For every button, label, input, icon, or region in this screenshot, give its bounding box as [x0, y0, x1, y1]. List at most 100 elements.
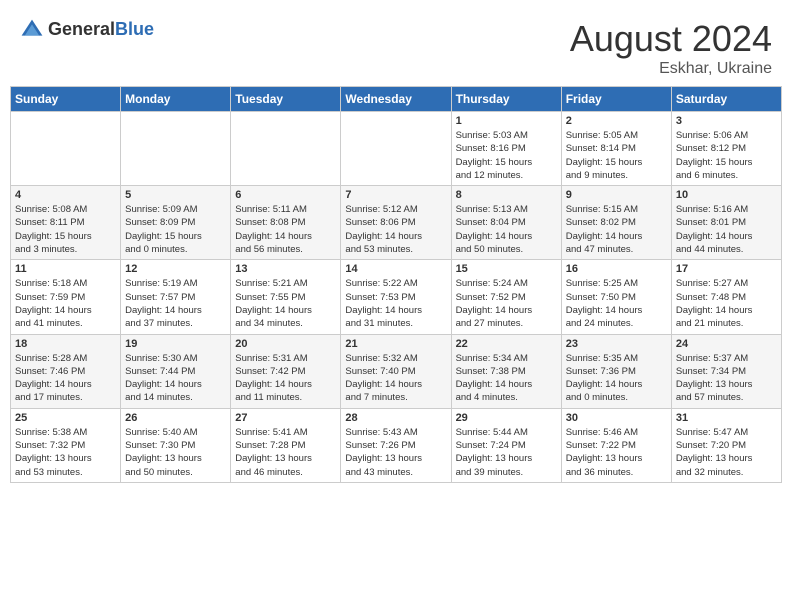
day-of-week-header: Thursday — [451, 87, 561, 112]
logo: GeneralBlue — [20, 18, 154, 42]
calendar-cell: 21 Sunrise: 5:32 AM Sunset: 7:40 PM Dayli… — [341, 334, 451, 408]
calendar-cell: 23 Sunrise: 5:35 AM Sunset: 7:36 PM Dayli… — [561, 334, 671, 408]
day-info: Sunrise: 5:21 AM Sunset: 7:55 PM Dayligh… — [235, 277, 336, 330]
day-number: 4 — [15, 189, 116, 201]
day-info: Sunrise: 5:43 AM Sunset: 7:26 PM Dayligh… — [345, 426, 446, 479]
day-number: 18 — [15, 338, 116, 350]
day-number: 17 — [676, 263, 777, 275]
day-info: Sunrise: 5:28 AM Sunset: 7:46 PM Dayligh… — [15, 352, 116, 405]
calendar-cell — [341, 112, 451, 186]
day-info: Sunrise: 5:40 AM Sunset: 7:30 PM Dayligh… — [125, 426, 226, 479]
calendar-cell: 15 Sunrise: 5:24 AM Sunset: 7:52 PM Dayli… — [451, 260, 561, 334]
calendar-cell: 7 Sunrise: 5:12 AM Sunset: 8:06 PM Daylig… — [341, 186, 451, 260]
day-number: 30 — [566, 412, 667, 424]
calendar-cell: 25 Sunrise: 5:38 AM Sunset: 7:32 PM Dayli… — [11, 408, 121, 482]
day-info: Sunrise: 5:22 AM Sunset: 7:53 PM Dayligh… — [345, 277, 446, 330]
day-of-week-header: Tuesday — [231, 87, 341, 112]
day-number: 26 — [125, 412, 226, 424]
day-number: 16 — [566, 263, 667, 275]
calendar-cell: 26 Sunrise: 5:40 AM Sunset: 7:30 PM Dayli… — [121, 408, 231, 482]
day-number: 14 — [345, 263, 446, 275]
calendar-cell: 31 Sunrise: 5:47 AM Sunset: 7:20 PM Dayli… — [671, 408, 781, 482]
calendar-cell: 24Sunrise: 5:37 AM Sunset: 7:34 PM Dayli… — [671, 334, 781, 408]
calendar-cell: 18 Sunrise: 5:28 AM Sunset: 7:46 PM Dayli… — [11, 334, 121, 408]
day-number: 23 — [566, 338, 667, 350]
day-info: Sunrise: 5:35 AM Sunset: 7:36 PM Dayligh… — [566, 352, 667, 405]
day-number: 9 — [566, 189, 667, 201]
day-number: 12 — [125, 263, 226, 275]
day-number: 7 — [345, 189, 446, 201]
calendar-week-row: 4Sunrise: 5:08 AM Sunset: 8:11 PM Daylig… — [11, 186, 782, 260]
calendar-cell: 19 Sunrise: 5:30 AM Sunset: 7:44 PM Dayli… — [121, 334, 231, 408]
day-info: Sunrise: 5:15 AM Sunset: 8:02 PM Dayligh… — [566, 203, 667, 256]
calendar-table: SundayMondayTuesdayWednesdayThursdayFrid… — [10, 86, 782, 483]
day-number: 8 — [456, 189, 557, 201]
day-info: Sunrise: 5:44 AM Sunset: 7:24 PM Dayligh… — [456, 426, 557, 479]
logo-general-text: General — [48, 19, 115, 39]
day-of-week-header: Wednesday — [341, 87, 451, 112]
day-of-week-header: Saturday — [671, 87, 781, 112]
day-number: 5 — [125, 189, 226, 201]
logo-blue-text: Blue — [115, 19, 154, 39]
day-number: 19 — [125, 338, 226, 350]
calendar-cell: 20Sunrise: 5:31 AM Sunset: 7:42 PM Dayli… — [231, 334, 341, 408]
calendar-cell: 22Sunrise: 5:34 AM Sunset: 7:38 PM Dayli… — [451, 334, 561, 408]
day-info: Sunrise: 5:16 AM Sunset: 8:01 PM Dayligh… — [676, 203, 777, 256]
day-info: Sunrise: 5:30 AM Sunset: 7:44 PM Dayligh… — [125, 352, 226, 405]
day-number: 20 — [235, 338, 336, 350]
day-number: 2 — [566, 115, 667, 127]
day-info: Sunrise: 5:12 AM Sunset: 8:06 PM Dayligh… — [345, 203, 446, 256]
calendar-cell: 30 Sunrise: 5:46 AM Sunset: 7:22 PM Dayli… — [561, 408, 671, 482]
day-number: 31 — [676, 412, 777, 424]
calendar-cell: 8Sunrise: 5:13 AM Sunset: 8:04 PM Daylig… — [451, 186, 561, 260]
calendar-week-row: 25 Sunrise: 5:38 AM Sunset: 7:32 PM Dayli… — [11, 408, 782, 482]
day-info: Sunrise: 5:32 AM Sunset: 7:40 PM Dayligh… — [345, 352, 446, 405]
day-of-week-header: Monday — [121, 87, 231, 112]
calendar-week-row: 11Sunrise: 5:18 AM Sunset: 7:59 PM Dayli… — [11, 260, 782, 334]
calendar-cell: 4Sunrise: 5:08 AM Sunset: 8:11 PM Daylig… — [11, 186, 121, 260]
logo-icon — [20, 18, 44, 42]
day-info: Sunrise: 5:06 AM Sunset: 8:12 PM Dayligh… — [676, 129, 777, 182]
calendar-week-row: 1Sunrise: 5:03 AM Sunset: 8:16 PM Daylig… — [11, 112, 782, 186]
month-year: August 2024 — [570, 18, 772, 60]
day-number: 29 — [456, 412, 557, 424]
calendar-cell: 6Sunrise: 5:11 AM Sunset: 8:08 PM Daylig… — [231, 186, 341, 260]
calendar-cell: 27Sunrise: 5:41 AM Sunset: 7:28 PM Dayli… — [231, 408, 341, 482]
day-info: Sunrise: 5:47 AM Sunset: 7:20 PM Dayligh… — [676, 426, 777, 479]
calendar-cell: 11Sunrise: 5:18 AM Sunset: 7:59 PM Dayli… — [11, 260, 121, 334]
day-number: 21 — [345, 338, 446, 350]
title-block: August 2024 Eskhar, Ukraine — [570, 18, 772, 78]
day-number: 27 — [235, 412, 336, 424]
day-number: 25 — [15, 412, 116, 424]
header: GeneralBlue August 2024 Eskhar, Ukraine — [10, 10, 782, 82]
day-info: Sunrise: 5:38 AM Sunset: 7:32 PM Dayligh… — [15, 426, 116, 479]
location: Eskhar, Ukraine — [570, 60, 772, 78]
calendar-cell: 29 Sunrise: 5:44 AM Sunset: 7:24 PM Dayli… — [451, 408, 561, 482]
calendar-cell — [11, 112, 121, 186]
day-of-week-header: Friday — [561, 87, 671, 112]
day-number: 24 — [676, 338, 777, 350]
day-info: Sunrise: 5:46 AM Sunset: 7:22 PM Dayligh… — [566, 426, 667, 479]
calendar-cell: 14 Sunrise: 5:22 AM Sunset: 7:53 PM Dayli… — [341, 260, 451, 334]
calendar-cell — [231, 112, 341, 186]
day-info: Sunrise: 5:19 AM Sunset: 7:57 PM Dayligh… — [125, 277, 226, 330]
calendar-cell: 12 Sunrise: 5:19 AM Sunset: 7:57 PM Dayli… — [121, 260, 231, 334]
calendar-cell: 13 Sunrise: 5:21 AM Sunset: 7:55 PM Dayli… — [231, 260, 341, 334]
calendar-week-row: 18 Sunrise: 5:28 AM Sunset: 7:46 PM Dayli… — [11, 334, 782, 408]
calendar-cell: 17 Sunrise: 5:27 AM Sunset: 7:48 PM Dayli… — [671, 260, 781, 334]
day-number: 15 — [456, 263, 557, 275]
day-number: 28 — [345, 412, 446, 424]
day-number: 22 — [456, 338, 557, 350]
calendar-cell: 28 Sunrise: 5:43 AM Sunset: 7:26 PM Dayli… — [341, 408, 451, 482]
day-info: Sunrise: 5:27 AM Sunset: 7:48 PM Dayligh… — [676, 277, 777, 330]
day-number: 13 — [235, 263, 336, 275]
calendar-cell: 10 Sunrise: 5:16 AM Sunset: 8:01 PM Dayli… — [671, 186, 781, 260]
calendar-header-row: SundayMondayTuesdayWednesdayThursdayFrid… — [11, 87, 782, 112]
day-number: 10 — [676, 189, 777, 201]
day-of-week-header: Sunday — [11, 87, 121, 112]
day-info: Sunrise: 5:25 AM Sunset: 7:50 PM Dayligh… — [566, 277, 667, 330]
calendar-cell: 16 Sunrise: 5:25 AM Sunset: 7:50 PM Dayli… — [561, 260, 671, 334]
calendar-cell: 2Sunrise: 5:05 AM Sunset: 8:14 PM Daylig… — [561, 112, 671, 186]
day-info: Sunrise: 5:24 AM Sunset: 7:52 PM Dayligh… — [456, 277, 557, 330]
day-info: Sunrise: 5:18 AM Sunset: 7:59 PM Dayligh… — [15, 277, 116, 330]
